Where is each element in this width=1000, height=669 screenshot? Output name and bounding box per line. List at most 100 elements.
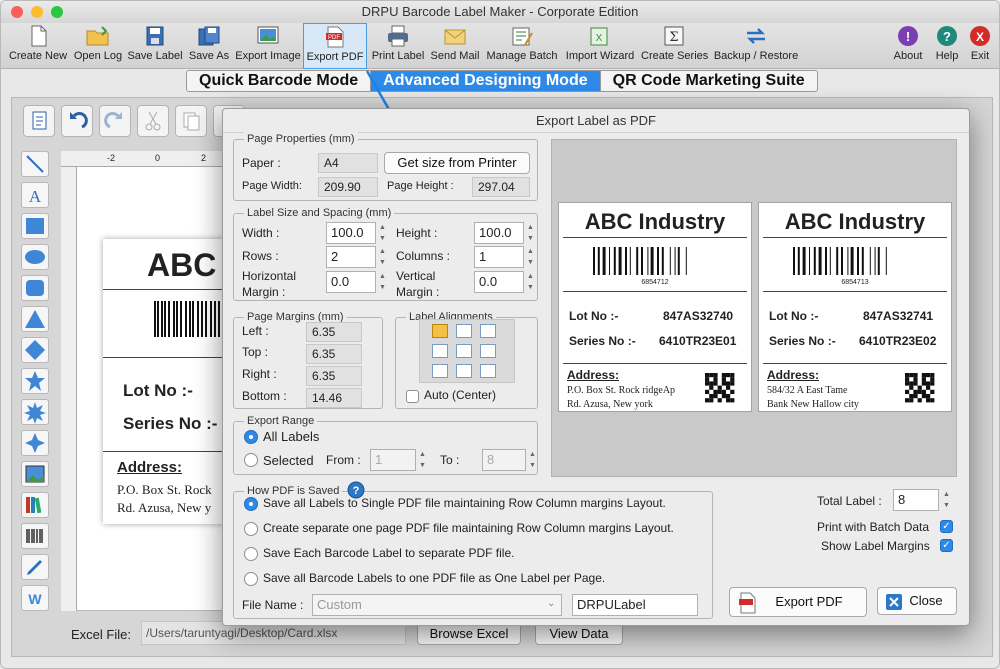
rectangle-tool[interactable] — [21, 213, 49, 239]
design-label-preview[interactable]: ABC I Lot No :- Series No :- Address: P.… — [103, 239, 234, 524]
align-bottom-left[interactable] — [432, 364, 448, 378]
stepper[interactable]: ▲ ▼ — [525, 271, 536, 293]
signature-tool[interactable] — [21, 554, 49, 580]
stepper[interactable]: ▲ ▼ — [941, 489, 952, 511]
close-button[interactable]: Close — [877, 587, 957, 615]
about-button[interactable]: ! About — [891, 23, 925, 69]
create-new-button[interactable]: Create New — [7, 23, 69, 69]
label-width-input[interactable]: 100.0 — [326, 222, 376, 244]
cut-button[interactable] — [137, 105, 169, 137]
stepper[interactable]: ▲ ▼ — [377, 271, 388, 293]
file-name-input[interactable]: DRPULabel — [572, 594, 698, 616]
send-mail-button[interactable]: Send Mail — [429, 23, 481, 69]
stepper[interactable]: ▲ ▼ — [377, 222, 388, 244]
file-name-mode-select[interactable]: Custom — [312, 594, 562, 616]
auto-center-checkbox[interactable] — [406, 390, 419, 403]
properties-button[interactable] — [23, 105, 55, 137]
align-top-right[interactable] — [480, 324, 496, 338]
undo-button[interactable] — [61, 105, 93, 137]
to-input[interactable]: 8 — [482, 449, 526, 471]
save-as-button[interactable]: Save As — [187, 23, 231, 69]
exit-icon: X — [970, 26, 990, 46]
each-label-pdf-radio[interactable] — [244, 547, 258, 561]
barcode-bar — [597, 247, 600, 275]
stepper[interactable]: ▲ ▼ — [417, 449, 428, 471]
columns-input[interactable]: 1 — [474, 246, 524, 268]
divider — [763, 291, 947, 292]
align-middle-right[interactable] — [480, 344, 496, 358]
save-label-button[interactable]: Save Label — [127, 23, 183, 69]
create-series-button[interactable]: Σ Create Series — [641, 23, 708, 69]
stepper[interactable]: ▲ ▼ — [527, 449, 538, 471]
export-pdf-button[interactable]: PDF Export PDF — [303, 23, 367, 69]
create-new-label: Create New — [8, 50, 68, 62]
import-wizard-button[interactable]: X Import Wizard — [563, 23, 637, 69]
left-margin-field: 6.35 — [306, 322, 362, 342]
from-input[interactable]: 1 — [370, 449, 416, 471]
label-height-input[interactable]: 100.0 — [474, 222, 524, 244]
backup-restore-button[interactable]: Backup / Restore — [713, 23, 799, 69]
tab-quick-barcode-mode[interactable]: Quick Barcode Mode — [187, 71, 372, 91]
export-pdf-action-button[interactable]: Export PDF — [729, 587, 867, 617]
one-label-per-page-radio[interactable] — [244, 572, 258, 586]
align-bottom-center[interactable] — [456, 364, 472, 378]
show-margins-checkbox[interactable]: ✓ — [940, 539, 953, 552]
qr-module — [730, 398, 735, 403]
stepper[interactable]: ▲ ▼ — [525, 246, 536, 268]
vertical-margin-input[interactable]: 0.0 — [474, 271, 524, 293]
barcode-tool[interactable] — [21, 523, 49, 549]
align-top-left[interactable] — [432, 324, 448, 338]
barcode-bar — [836, 247, 839, 275]
export-image-button[interactable]: Export Image — [235, 23, 301, 69]
line-tool[interactable] — [21, 151, 49, 177]
print-batch-checkbox[interactable]: ✓ — [940, 520, 953, 533]
help-button[interactable]: ? Help — [931, 23, 963, 69]
selected-radio[interactable] — [244, 453, 258, 467]
copy-button[interactable] — [175, 105, 207, 137]
get-size-from-printer-button[interactable]: Get size from Printer — [384, 152, 530, 174]
diamond-tool[interactable] — [21, 337, 49, 363]
zoom-window-button[interactable] — [51, 6, 63, 18]
ruler-tick-label: 2 — [201, 153, 207, 163]
burst-tool[interactable] — [21, 399, 49, 425]
star-tool[interactable] — [21, 368, 49, 394]
barcode-bar — [593, 247, 595, 275]
sparkle-tool[interactable] — [21, 430, 49, 456]
all-labels-radio[interactable] — [244, 430, 258, 444]
triangle-tool[interactable] — [21, 306, 49, 332]
library-tool[interactable] — [21, 492, 49, 518]
align-middle-left[interactable] — [432, 344, 448, 358]
align-top-center[interactable] — [456, 324, 472, 338]
open-log-button[interactable]: Open Log — [71, 23, 125, 69]
total-label-input[interactable]: 8 — [893, 489, 939, 511]
rows-input[interactable]: 2 — [326, 246, 376, 268]
separate-page-pdf-radio[interactable] — [244, 522, 258, 536]
close-window-button[interactable] — [11, 6, 23, 18]
stepper[interactable]: ▲ ▼ — [377, 246, 388, 268]
horizontal-margin-input[interactable]: 0.0 — [326, 271, 376, 293]
label-size-group: Label Size and Spacing (mm) Width : 100.… — [233, 206, 538, 301]
single-pdf-radio[interactable] — [244, 497, 258, 511]
align-middle-center[interactable] — [456, 344, 472, 358]
browse-excel-button[interactable]: Browse Excel — [417, 623, 521, 645]
manage-batch-button[interactable]: Manage Batch — [485, 23, 559, 69]
image-tool[interactable] — [21, 461, 49, 487]
ellipse-tool[interactable] — [21, 244, 49, 270]
print-label-button[interactable]: Print Label — [371, 23, 425, 69]
minimize-window-button[interactable] — [31, 6, 43, 18]
stepper[interactable]: ▲ ▼ — [525, 222, 536, 244]
qr-module — [705, 389, 710, 394]
text-tool[interactable]: A — [21, 182, 49, 208]
exit-button[interactable]: X Exit — [965, 23, 995, 69]
lot-value: 847AS32740 — [663, 309, 734, 323]
watermark-tool[interactable]: W — [21, 585, 49, 611]
backup-restore-label: Backup / Restore — [713, 50, 799, 62]
barcode-bar — [850, 247, 854, 275]
redo-button[interactable] — [99, 105, 131, 137]
rounded-rectangle-tool[interactable] — [21, 275, 49, 301]
svg-text:X: X — [976, 30, 984, 44]
qr-module — [705, 377, 710, 382]
view-data-button[interactable]: View Data — [535, 623, 623, 645]
tab-qr-code-marketing-suite[interactable]: QR Code Marketing Suite — [600, 71, 817, 91]
align-bottom-right[interactable] — [480, 364, 496, 378]
